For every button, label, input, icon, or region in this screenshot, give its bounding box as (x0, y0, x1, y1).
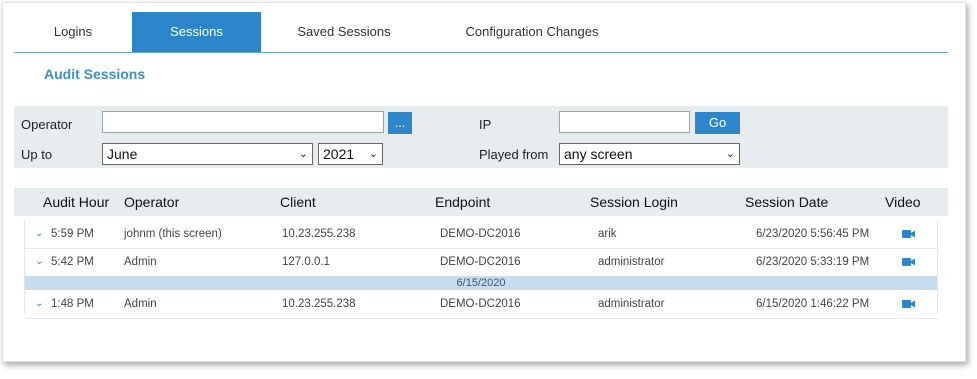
tab-bar: Logins Sessions Saved Sessions Configura… (14, 12, 948, 53)
ip-input[interactable] (559, 111, 690, 133)
cell-operator: Admin (124, 298, 157, 310)
cell-endpoint: DEMO-DC2016 (440, 298, 521, 310)
expand-chevron-icon[interactable]: ⌄ (35, 290, 43, 318)
cell-client: 10.23.255.238 (282, 228, 356, 240)
cell-session-date: 6/23/2020 5:33:19 PM (756, 256, 870, 268)
cell-endpoint: DEMO-DC2016 (440, 228, 521, 240)
date-group-header: 6/15/2020 (25, 276, 937, 290)
cell-session-login: arik (598, 228, 617, 240)
played-from-label: Played from (479, 147, 549, 162)
chevron-down-icon: ⌄ (725, 148, 735, 160)
sessions-list: ⌄ 5:59 PM johnm (this screen) 10.23.255.… (24, 220, 938, 319)
tab-sessions[interactable]: Sessions (132, 12, 261, 52)
tab-logins[interactable]: Logins (14, 12, 132, 52)
cell-client: 10.23.255.238 (282, 298, 356, 310)
video-camera-icon[interactable] (902, 229, 915, 239)
column-header-session-date[interactable]: Session Date (745, 188, 828, 216)
played-from-select-value: any screen (564, 146, 633, 162)
column-header-client[interactable]: Client (280, 188, 316, 216)
tab-configuration-changes[interactable]: Configuration Changes (427, 12, 637, 52)
table-row[interactable]: ⌄ 5:42 PM Admin 127.0.0.1 DEMO-DC2016 ad… (25, 248, 937, 277)
table-row[interactable]: ⌄ 5:59 PM johnm (this screen) 10.23.255.… (25, 220, 937, 249)
browse-operator-button[interactable]: ... (388, 112, 412, 134)
table-header: Audit Hour Operator Client Endpoint Sess… (14, 188, 948, 216)
table-row[interactable]: ⌄ 1:48 PM Admin 10.23.255.238 DEMO-DC201… (25, 290, 937, 319)
month-select[interactable]: June ⌄ (102, 143, 313, 165)
tab-saved-sessions[interactable]: Saved Sessions (261, 12, 427, 52)
cell-session-login: administrator (598, 298, 665, 310)
column-header-endpoint[interactable]: Endpoint (435, 188, 490, 216)
page-title: Audit Sessions (44, 66, 146, 82)
video-camera-icon[interactable] (902, 257, 915, 267)
cell-endpoint: DEMO-DC2016 (440, 256, 521, 268)
cell-hour: 5:59 PM (51, 228, 94, 240)
cell-client: 127.0.0.1 (282, 256, 330, 268)
year-select-value: 2021 (323, 146, 355, 162)
expand-chevron-icon[interactable]: ⌄ (35, 248, 43, 276)
operator-input[interactable] (102, 111, 384, 133)
column-header-operator[interactable]: Operator (124, 188, 179, 216)
column-header-audit-hour[interactable]: Audit Hour (43, 188, 109, 216)
cell-hour: 1:48 PM (51, 298, 94, 310)
cell-operator: Admin (124, 256, 157, 268)
chevron-down-icon: ⌄ (368, 148, 378, 160)
cell-session-login: administrator (598, 256, 665, 268)
filter-panel: Operator ... IP Go Up to June ⌄ 2021 ⌄ P… (14, 106, 948, 168)
go-button[interactable]: Go (695, 112, 740, 134)
column-header-session-login[interactable]: Session Login (590, 188, 678, 216)
chevron-down-icon: ⌄ (298, 148, 308, 160)
cell-session-date: 6/23/2020 5:56:45 PM (756, 228, 870, 240)
ip-label: IP (479, 117, 492, 132)
cell-hour: 5:42 PM (51, 256, 94, 268)
video-camera-icon[interactable] (902, 299, 915, 309)
cell-session-date: 6/15/2020 1:46:22 PM (756, 298, 870, 310)
upto-label: Up to (21, 147, 53, 162)
month-select-value: June (107, 146, 138, 162)
operator-label: Operator (21, 117, 73, 132)
year-select[interactable]: 2021 ⌄ (318, 143, 383, 165)
expand-chevron-icon[interactable]: ⌄ (35, 220, 43, 248)
cell-operator: johnm (this screen) (124, 228, 222, 240)
column-header-video[interactable]: Video (885, 188, 921, 216)
played-from-select[interactable]: any screen ⌄ (559, 143, 740, 165)
